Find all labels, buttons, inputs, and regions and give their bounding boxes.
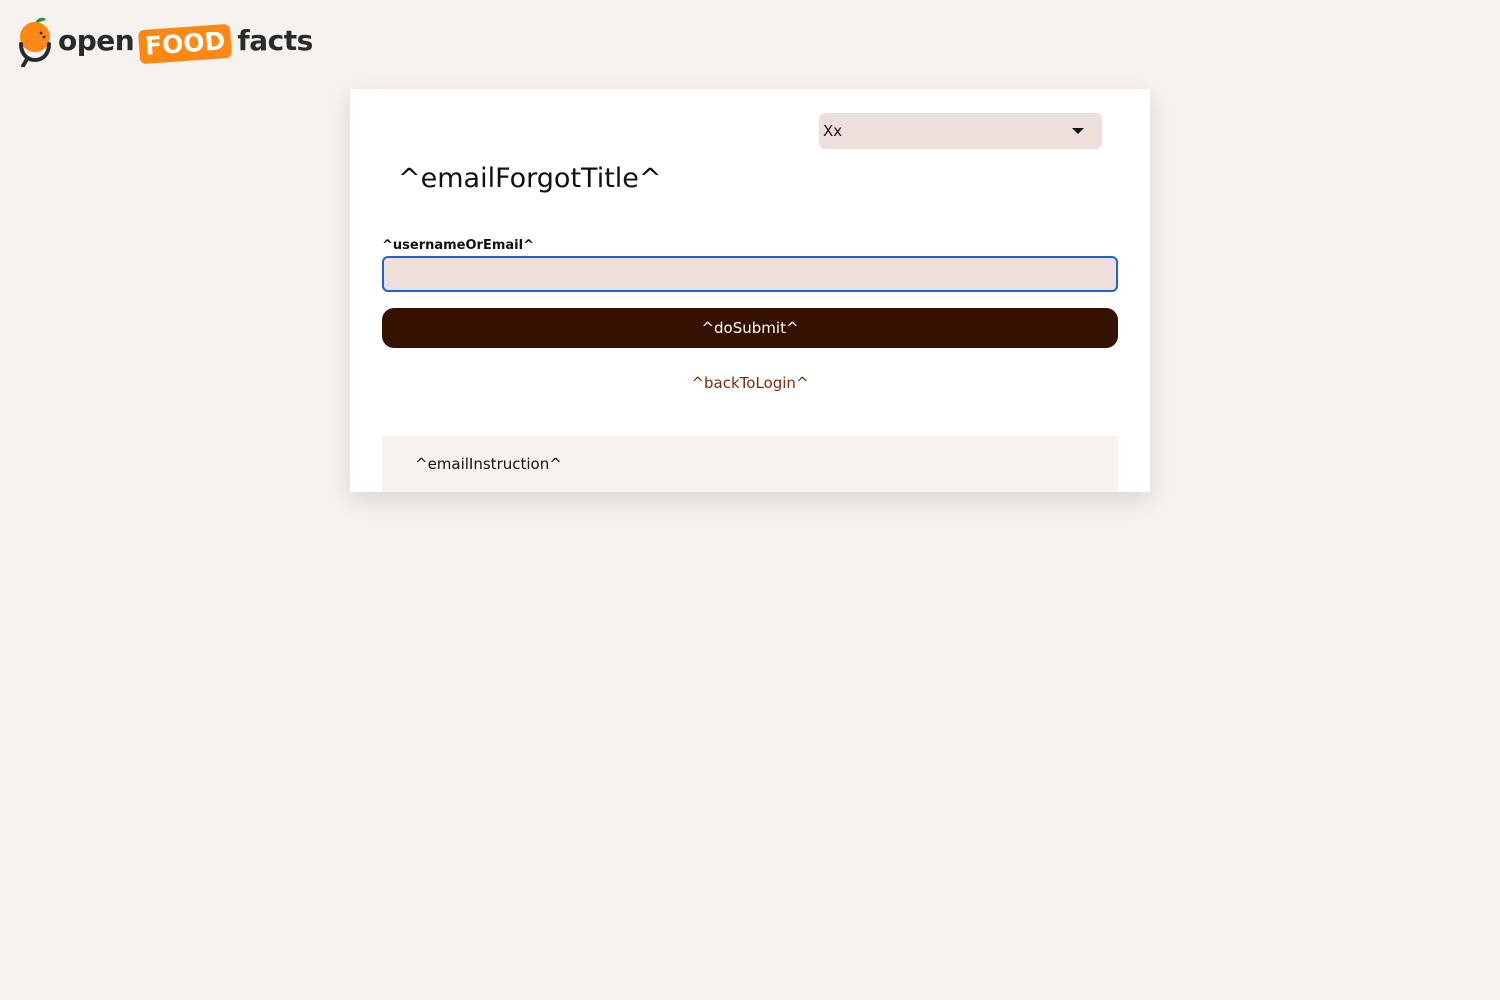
caret-down-icon	[1072, 128, 1084, 134]
username-or-email-label: ^usernameOrEmail^	[382, 238, 534, 253]
email-instruction-text: ^emailInstruction^	[415, 455, 562, 473]
orange-icon	[18, 17, 54, 68]
forgot-password-card: Xx ^emailForgotTitle^ ^usernameOrEmail^ …	[350, 89, 1150, 492]
language-select-value: Xx	[823, 122, 843, 140]
page-title: ^emailForgotTitle^	[398, 163, 662, 194]
logo-word-food: FOOD	[138, 23, 233, 65]
submit-button[interactable]: ^doSubmit^	[382, 308, 1118, 348]
username-or-email-input[interactable]	[382, 256, 1118, 292]
language-select[interactable]: Xx	[819, 113, 1102, 149]
logo-word-facts: facts	[237, 23, 314, 57]
back-to-login-link[interactable]: ^backToLogin^	[350, 374, 1150, 392]
email-instruction-box: ^emailInstruction^	[382, 436, 1118, 492]
logo-word-open: open	[58, 23, 135, 57]
open-food-facts-logo[interactable]: open FOOD facts	[18, 16, 313, 68]
